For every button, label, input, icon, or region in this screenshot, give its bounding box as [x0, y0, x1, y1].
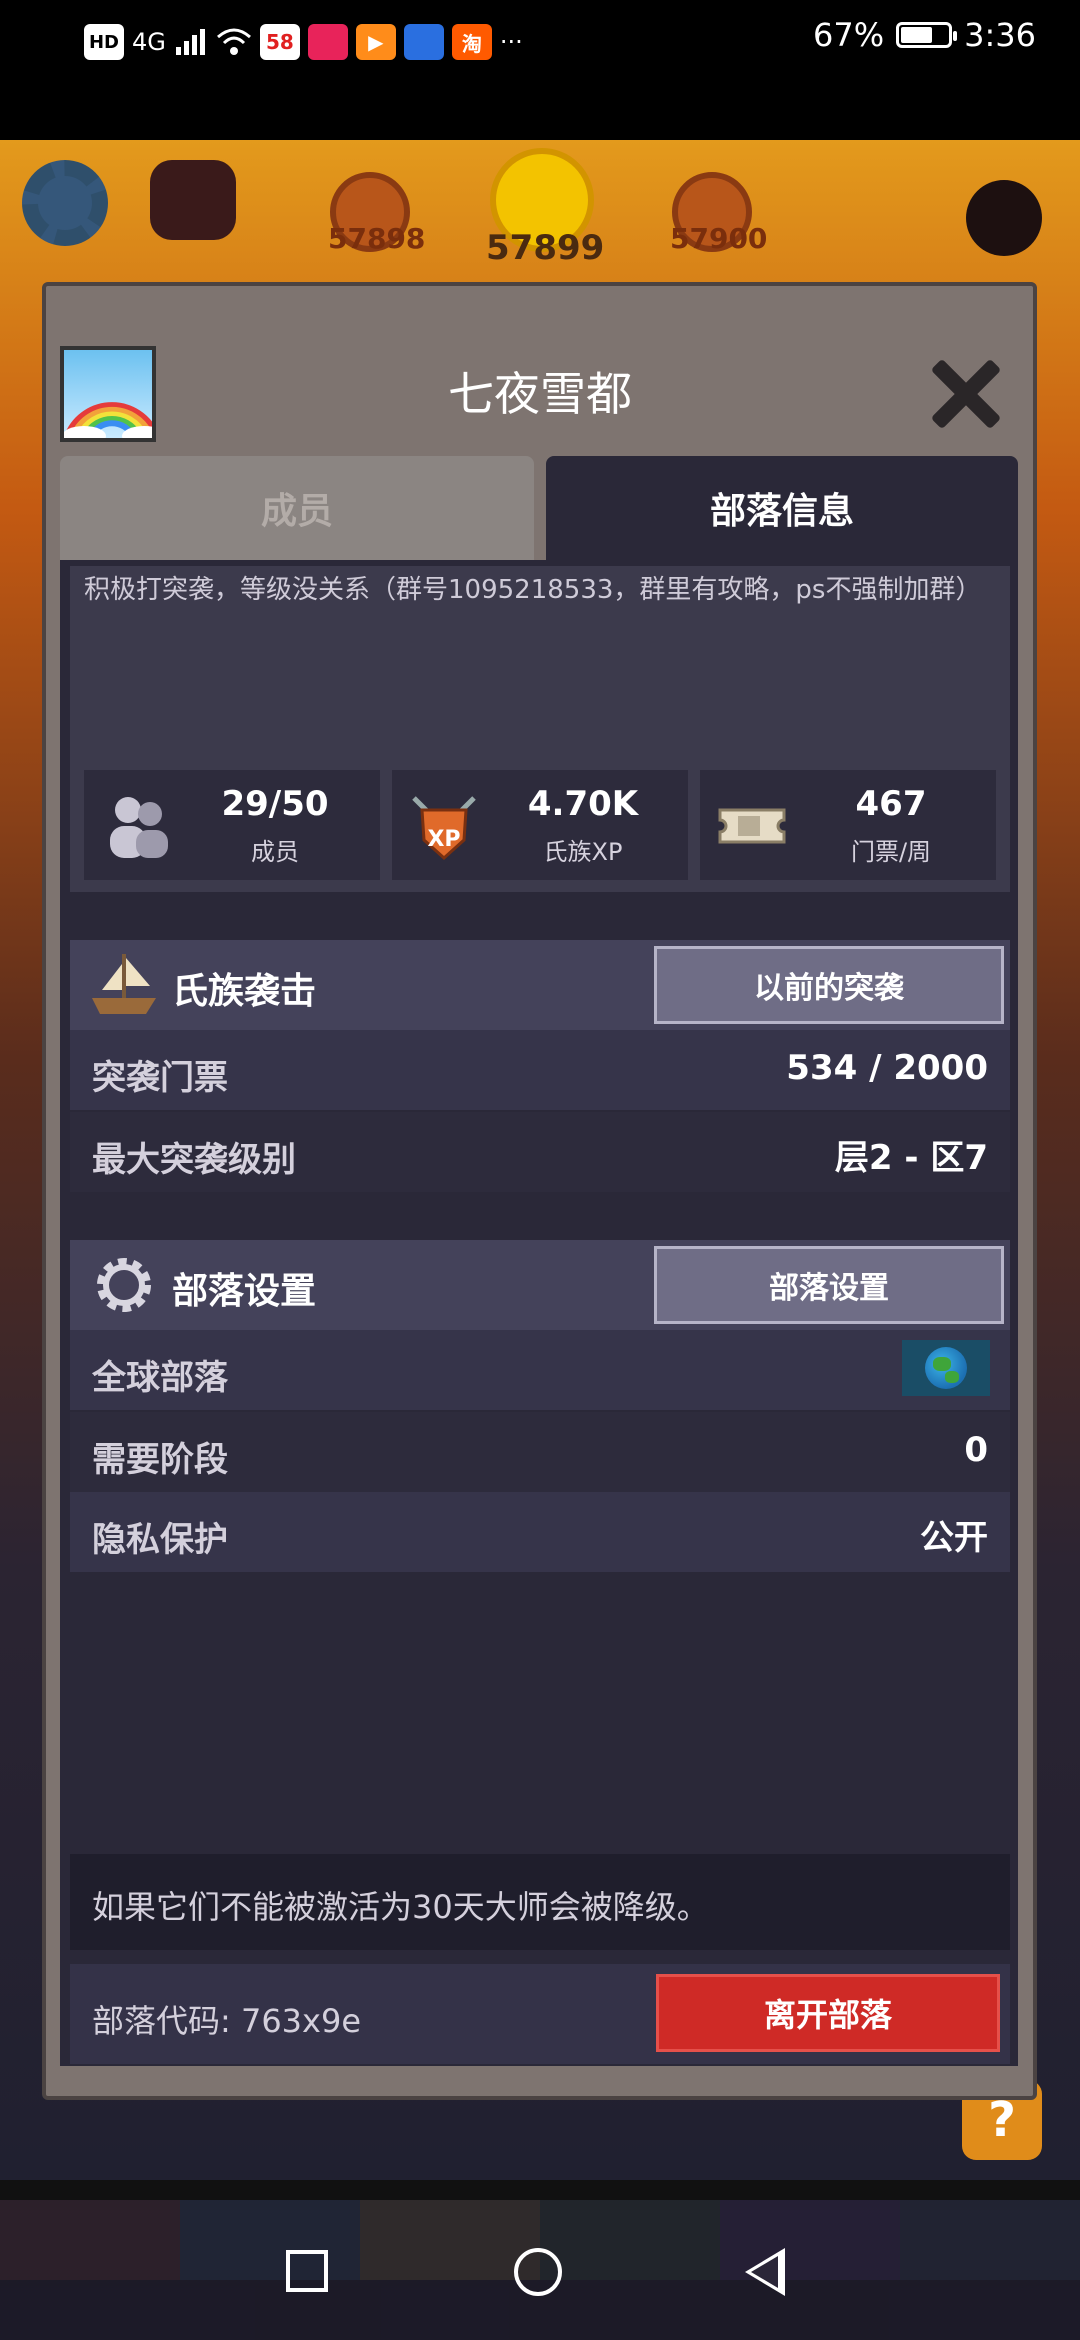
members-label: 成员 — [251, 838, 299, 866]
stage-left-label: 57898 — [328, 222, 426, 255]
raid-tickets-value: 534 / 2000 — [786, 1048, 988, 1088]
stat-tickets: 467 门票/周 — [700, 770, 996, 880]
clan-footer: 部落代码: 763x9e 离开部落 — [70, 1964, 1010, 2064]
clan-raid-title: 氏族袭击 — [172, 971, 317, 1012]
stat-members: 29/50 成员 — [84, 770, 380, 880]
4g-signal-icon: 4G — [132, 28, 166, 56]
clan-settings-title: 部落设置 — [172, 1271, 317, 1312]
clan-xp-icon: XP — [412, 796, 476, 861]
global-clan-row: 全球部落 — [70, 1330, 1010, 1410]
raid-tickets-row: 突袭门票 534 / 2000 — [70, 1030, 1010, 1110]
tickets-value: 467 — [855, 784, 927, 824]
clan-settings-button[interactable]: 部落设置 — [654, 1246, 1004, 1324]
clock: 3:36 — [964, 16, 1036, 54]
required-stage-value: 0 — [964, 1430, 988, 1470]
battery-fill — [901, 27, 932, 43]
stage-center-label: 57899 — [486, 228, 605, 268]
taobao-app-icon: 淘 — [451, 24, 492, 60]
close-icon[interactable] — [930, 358, 1002, 430]
more-notifications-icon: ··· — [499, 28, 523, 56]
privacy-row: 隐私保护 公开 — [70, 1492, 1010, 1572]
status-right: 67% 3:36 — [813, 16, 1036, 54]
status-icons: HD 4G 58 ▶ 淘 ··· — [84, 20, 523, 64]
recent-apps-icon[interactable] — [286, 2250, 328, 2292]
max-raid-level-label: 最大突袭级别 — [92, 1140, 296, 1180]
clan-code: 部落代码: 763x9e — [92, 2002, 362, 2040]
dialog-title: 七夜雪都 — [448, 367, 632, 421]
hd-icon: HD — [84, 24, 124, 60]
gear-icon — [97, 1258, 151, 1312]
tickets-label: 门票/周 — [850, 838, 932, 866]
ticket-icon — [718, 808, 786, 844]
leave-clan-button[interactable]: 离开部落 — [656, 1974, 1000, 2052]
stage-right-label: 57900 — [670, 222, 768, 255]
home-icon[interactable] — [514, 2248, 562, 2296]
clan-xp-label: 氏族XP — [543, 838, 623, 866]
clan-xp-value: 4.70K — [527, 784, 639, 824]
tab-members[interactable]: 成员 — [60, 456, 534, 560]
signal-bars-icon — [175, 29, 205, 55]
clan-description: 积极打突袭，等级没关系（群号1095218533，群里有攻略，ps不强制加群） — [84, 575, 982, 605]
58-app-icon: 58 — [259, 24, 300, 60]
battery-icon — [896, 22, 958, 48]
privacy-value: 公开 — [920, 1518, 988, 1558]
boss-demon-icon[interactable] — [966, 180, 1042, 256]
status-bar: HD 4G 58 ▶ 淘 ··· 67% 3:36 — [0, 0, 1080, 140]
raid-tickets-label: 突袭门票 — [92, 1058, 228, 1098]
clan-raid-header: 氏族袭击 以前的突袭 — [70, 940, 1010, 1030]
previous-raids-button[interactable]: 以前的突袭 — [654, 946, 1004, 1024]
globe-icon — [925, 1347, 967, 1389]
video-app-icon: ▶ — [355, 24, 396, 60]
privacy-label: 隐私保护 — [92, 1520, 228, 1560]
back-icon[interactable] — [745, 2248, 785, 2296]
demotion-notice-text: 如果它们不能被激活为30天大师会被降级。 — [92, 1888, 709, 1926]
tab-clan-info[interactable]: 部落信息 — [546, 456, 1018, 560]
global-clan-label: 全球部落 — [92, 1358, 228, 1398]
xp-icon-text: XP — [427, 827, 460, 852]
tmall-app-icon — [307, 24, 348, 60]
demon-icon[interactable] — [150, 160, 236, 240]
battery-percent: 67% — [813, 16, 885, 54]
required-stage-label: 需要阶段 — [92, 1440, 228, 1480]
stat-clan-xp: XP 4.70K 氏族XP — [392, 770, 688, 880]
members-count: 29/50 — [221, 784, 329, 824]
max-raid-level-row: 最大突袭级别 层2 - 区7 — [70, 1112, 1010, 1192]
max-raid-level-value: 层2 - 区7 — [834, 1138, 988, 1178]
required-stage-row: 需要阶段 0 — [70, 1412, 1010, 1492]
browser-app-icon — [403, 24, 444, 60]
ship-icon — [92, 954, 156, 1014]
settings-gear-icon[interactable] — [22, 160, 108, 246]
global-flag — [902, 1340, 990, 1396]
members-icon — [110, 797, 168, 858]
wifi-icon — [216, 28, 251, 55]
demotion-notice: 如果它们不能被激活为30天大师会被降级。 — [70, 1854, 1010, 1950]
clan-settings-header: 部落设置 部落设置 — [70, 1240, 1010, 1330]
